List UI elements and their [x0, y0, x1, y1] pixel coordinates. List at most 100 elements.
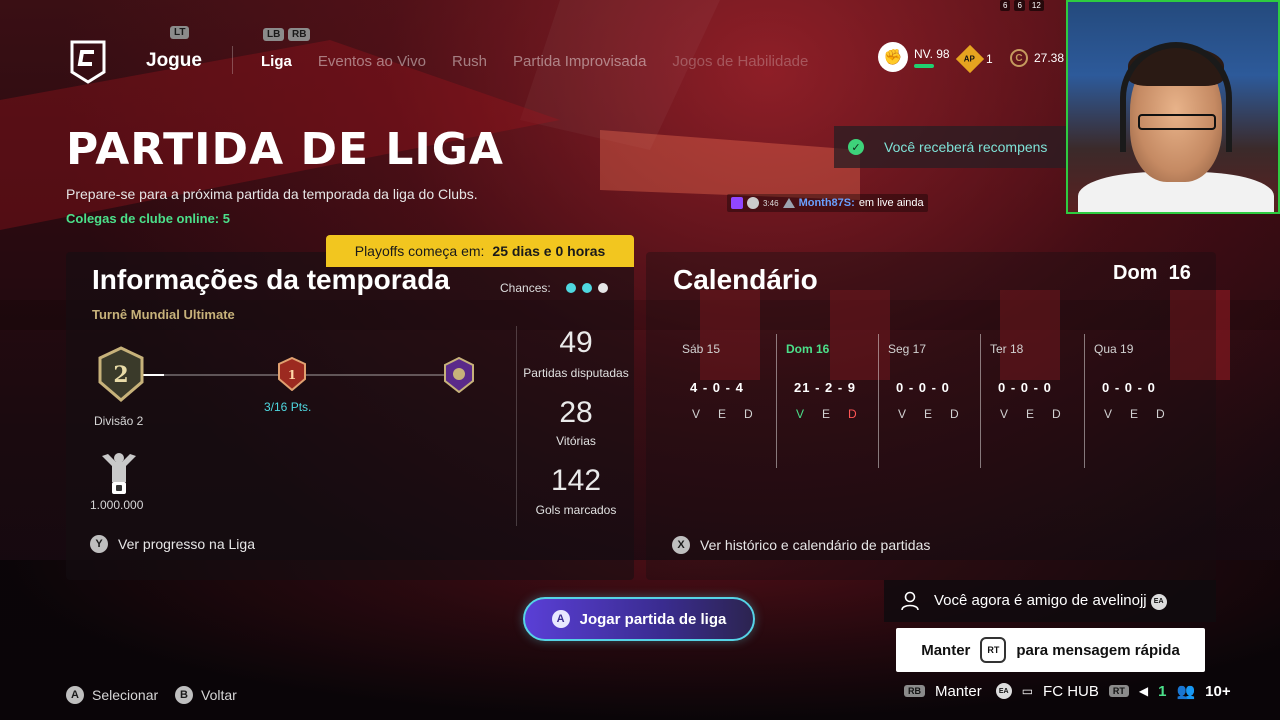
nav-jogue[interactable]: Jogue — [146, 50, 202, 72]
youtube-icon: 6 — [1000, 0, 1011, 11]
calendar-ved-letter: E — [924, 407, 933, 421]
calendar-ved-letter: V — [898, 407, 907, 421]
reward-toast: ✓ Você receberá recompens — [834, 126, 1066, 168]
tab-liga[interactable]: Liga — [261, 53, 292, 70]
player-level[interactable]: ✊ NV. 98 — [878, 42, 950, 72]
calendar-day-score: 4 - 0 - 4 — [690, 380, 744, 395]
calendar-title: Calendário — [673, 264, 818, 295]
quick-message-prefix: Manter — [921, 641, 971, 659]
chance-dot — [582, 283, 592, 293]
friends-count: 10+ — [1205, 682, 1231, 700]
avatar — [747, 197, 759, 209]
fist-icon: ✊ — [878, 42, 908, 72]
elite-division-badge-icon — [444, 357, 474, 393]
rb-button-icon: RB — [904, 685, 925, 697]
rt-button-icon: RT — [1108, 685, 1129, 697]
calendar-day-label: Sáb 15 — [682, 342, 721, 356]
view-history-button[interactable]: X Ver histórico e calendário de partidas — [672, 536, 930, 554]
play-league-match-button[interactable]: A Jogar partida de liga — [523, 597, 755, 641]
friends-icon[interactable]: 👥 — [1176, 682, 1195, 700]
fc-hub-label[interactable]: FC HUB — [1043, 683, 1099, 700]
back-hint[interactable]: B Voltar — [175, 686, 237, 704]
nav-divider — [232, 46, 233, 74]
reward-text: Você receberá recompens — [884, 139, 1048, 155]
calendar-ved-legend: VED — [1104, 407, 1165, 421]
clubs-logo-icon — [70, 40, 106, 84]
calendar-ved-letter: E — [822, 407, 831, 421]
calendar-current-date: Dom 16 — [1113, 262, 1191, 284]
tab-eventos-ao-vivo[interactable]: Eventos ao Vivo — [318, 53, 426, 70]
page-subtitle: Prepare-se para a próxima partida da tem… — [66, 186, 478, 202]
webcam-overlay — [1066, 0, 1280, 214]
coin-icon: C — [1010, 49, 1028, 67]
x-button-icon: X — [672, 536, 690, 554]
calendar-day-score: 0 - 0 - 0 — [998, 380, 1052, 395]
calendar-ved-letter: E — [718, 407, 727, 421]
calendar-ved-letter: D — [744, 407, 753, 421]
stat-value: 49 — [559, 326, 593, 359]
calendar-ved-letter: D — [950, 407, 959, 421]
ap-count: 1 — [986, 52, 993, 66]
a-button-icon: A — [66, 686, 84, 704]
calendar-ved-letter: V — [1104, 407, 1113, 421]
coins[interactable]: C 27.38 — [1010, 49, 1064, 67]
calendar-day-label: Seg 17 — [888, 342, 927, 356]
ea-icon: EA — [995, 683, 1012, 699]
coin-count: 27.38 — [1034, 51, 1065, 65]
calendar-ved-legend: VED — [692, 407, 753, 421]
quick-message-suffix: para mensagem rápida — [1016, 641, 1180, 659]
kick-icon: 6 — [1014, 0, 1025, 11]
calendar-day-score: 0 - 0 - 0 — [1102, 380, 1156, 395]
level-progress-bar — [914, 63, 934, 68]
ap-points[interactable]: AP 1 — [955, 44, 993, 74]
bottom-right-hints: RB Manter EA ▭ FC HUB RT ◀ 1 👥 10+ — [904, 682, 1231, 700]
view-league-progress-label: Ver progresso na Liga — [118, 536, 255, 552]
tab-rush[interactable]: Rush — [452, 53, 487, 70]
twitch-icon: 12 — [1028, 0, 1044, 11]
view-history-label: Ver histórico e calendário de partidas — [700, 537, 931, 553]
chat-text: em live ainda — [858, 197, 924, 209]
stat-value: 28 — [559, 396, 593, 429]
select-label: Selecionar — [92, 687, 159, 703]
tour-name: Turnê Mundial Ultimate — [92, 307, 235, 322]
calendar-day-score: 0 - 0 - 0 — [896, 380, 950, 395]
friend-notification-text: Você agora é amigo de avelinojj — [934, 592, 1147, 610]
ea-icon: EA — [1150, 593, 1167, 610]
division-2-badge-icon: 2 — [98, 346, 144, 402]
tab-jogos-de-habilidade[interactable]: Jogos de Habilidade — [672, 53, 808, 70]
calendar-separator — [1084, 334, 1085, 468]
ap-icon: AP — [955, 44, 985, 74]
a-button-icon: A — [551, 610, 570, 628]
lb-button-icon: LB — [263, 28, 285, 41]
y-button-icon: Y — [90, 535, 108, 553]
points-label: 3/16 Pts. — [264, 400, 312, 414]
tab-partida-improvisada[interactable]: Partida Improvisada — [513, 53, 646, 70]
chat-badge: 3:46 — [763, 198, 779, 208]
calendar-ved-letter: D — [1052, 407, 1061, 421]
season-title: Informações da temporada — [92, 264, 450, 295]
calendar-separator — [980, 334, 981, 468]
calendar-ved-letter: V — [692, 407, 701, 421]
online-count: Colegas de clube online: 5 — [66, 211, 230, 226]
calendar-ved-letter: D — [848, 407, 857, 421]
calendar-ved-letter: D — [1156, 407, 1165, 421]
chances-label: Chances: — [500, 281, 551, 295]
lt-button-icon: LT — [170, 26, 190, 39]
stat-label: Vitórias — [556, 434, 596, 448]
chat-rank-icon — [782, 198, 795, 208]
stat-label: Gols marcados — [535, 503, 617, 517]
view-league-progress-button[interactable]: Y Ver progresso na Liga — [90, 535, 255, 553]
trophy-reward-icon — [102, 453, 136, 494]
playoffs-label: Playoffs começa em: — [354, 243, 485, 259]
chance-dot — [566, 283, 576, 293]
quick-message-button[interactable]: Manter RT para mensagem rápida — [896, 628, 1205, 672]
friend-notification: Você agora é amigo de avelinojj EA — [884, 580, 1216, 622]
stream-overlay-icons: 6 6 12 — [1000, 0, 1044, 11]
person-icon — [901, 591, 919, 611]
calendar-day-label: Ter 18 — [990, 342, 1024, 356]
calendar-day-score: 21 - 2 - 9 — [794, 380, 857, 395]
chat-user: Month87S: — [798, 197, 855, 209]
b-button-icon: B — [175, 686, 193, 704]
select-hint[interactable]: A Selecionar — [66, 686, 158, 704]
manter-label[interactable]: Manter — [935, 683, 982, 700]
